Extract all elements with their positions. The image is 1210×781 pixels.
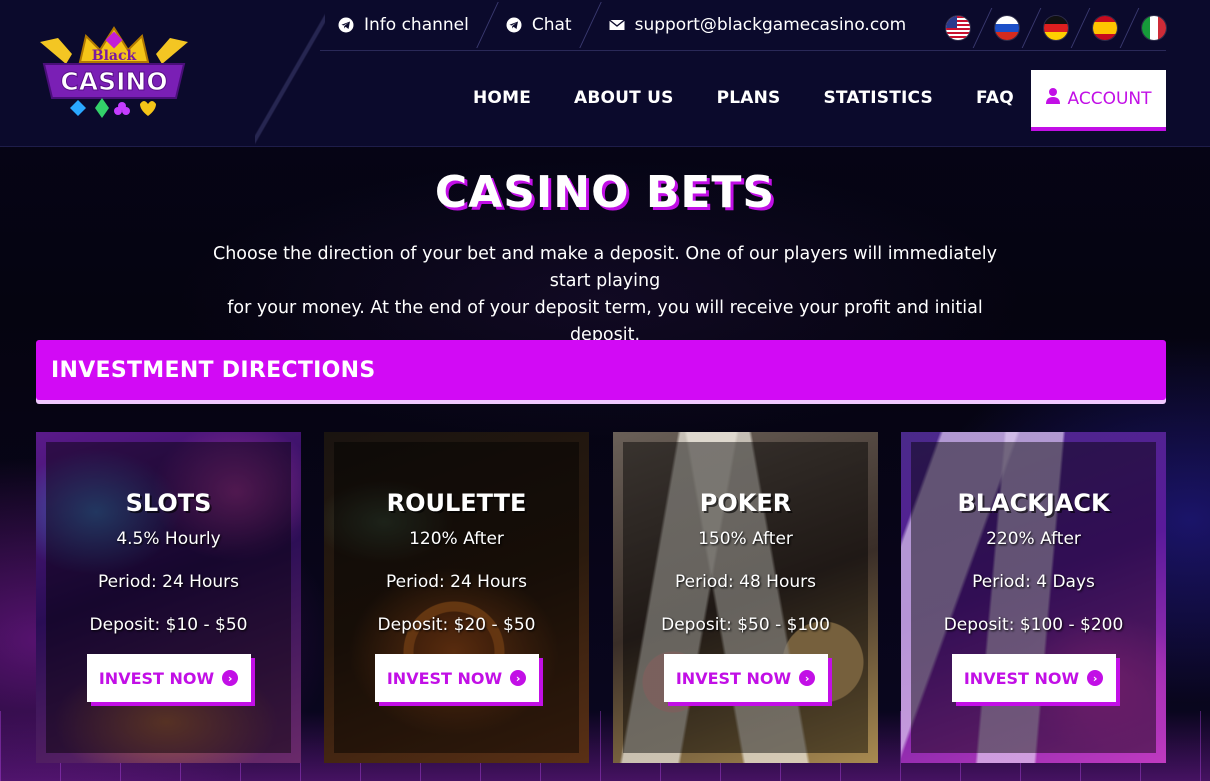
invest-now-label: INVEST NOW bbox=[675, 668, 792, 688]
topbar-separator bbox=[476, 2, 499, 48]
header-topbar: Info channel Chat support@blackgamecasin… bbox=[320, 0, 1166, 51]
language-switcher bbox=[946, 8, 1166, 48]
nav-about-us[interactable]: ABOUT US bbox=[574, 88, 674, 108]
nav-statistics[interactable]: STATISTICS bbox=[823, 88, 932, 108]
svg-text:Black: Black bbox=[92, 48, 137, 64]
plan-card-slots: SLOTS 4.5% Hourly Period: 24 Hours Depos… bbox=[36, 432, 301, 763]
arrow-right-circle-icon: › bbox=[1087, 670, 1104, 686]
info-channel-link[interactable]: Info channel bbox=[338, 4, 469, 46]
account-label: ACCOUNT bbox=[1067, 88, 1152, 109]
invest-now-label: INVEST NOW bbox=[386, 668, 503, 688]
plan-card-roulette: ROULETTE 120% After Period: 24 Hours Dep… bbox=[324, 432, 589, 763]
nav-home[interactable]: HOME bbox=[473, 88, 531, 108]
flag-es-icon[interactable] bbox=[1093, 16, 1117, 40]
section-heading-bar: INVESTMENT DIRECTIONS bbox=[36, 340, 1166, 400]
plan-rate: 220% After bbox=[986, 529, 1081, 549]
plan-period: Period: 24 Hours bbox=[98, 572, 239, 592]
arrow-right-circle-icon: › bbox=[510, 670, 527, 686]
plan-deposit: Deposit: $50 - $100 bbox=[661, 615, 830, 635]
flag-us-icon[interactable] bbox=[946, 16, 970, 40]
intro-text: Choose the direction of your bet and mak… bbox=[190, 241, 1020, 349]
support-email: support@blackgamecasino.com bbox=[634, 15, 907, 35]
invest-now-button[interactable]: INVEST NOW › bbox=[663, 654, 828, 702]
flag-ru-icon[interactable] bbox=[995, 16, 1019, 40]
casino-logo[interactable]: Black CASINO bbox=[38, 24, 190, 118]
page-title: CASINO BETS bbox=[434, 167, 776, 218]
nav-plans[interactable]: PLANS bbox=[717, 88, 781, 108]
section-title: INVESTMENT DIRECTIONS bbox=[51, 357, 376, 383]
plan-deposit: Deposit: $10 - $50 bbox=[89, 615, 248, 635]
chat-link[interactable]: Chat bbox=[506, 4, 572, 46]
envelope-icon bbox=[608, 17, 625, 33]
intro-line-1: Choose the direction of your bet and mak… bbox=[213, 244, 997, 291]
plan-card-blackjack: BLACKJACK 220% After Period: 4 Days Depo… bbox=[901, 432, 1166, 763]
svg-text:CASINO: CASINO bbox=[60, 67, 167, 96]
flag-separator bbox=[1119, 8, 1140, 48]
info-channel-label: Info channel bbox=[364, 15, 469, 35]
support-email-link[interactable]: support@blackgamecasino.com bbox=[608, 4, 907, 46]
flag-it-icon[interactable] bbox=[1142, 16, 1166, 40]
user-icon bbox=[1045, 88, 1060, 109]
plan-cards: SLOTS 4.5% Hourly Period: 24 Hours Depos… bbox=[36, 432, 1166, 763]
nav-faq[interactable]: FAQ bbox=[976, 88, 1014, 108]
invest-now-button[interactable]: INVEST NOW › bbox=[951, 654, 1116, 702]
invest-now-button[interactable]: INVEST NOW › bbox=[86, 654, 251, 702]
telegram-icon bbox=[338, 17, 354, 33]
flag-de-icon[interactable] bbox=[1044, 16, 1068, 40]
invest-now-label: INVEST NOW bbox=[98, 668, 215, 688]
topbar-separator bbox=[578, 2, 602, 48]
plan-rate: 4.5% Hourly bbox=[116, 529, 221, 549]
telegram-icon bbox=[506, 17, 522, 33]
plan-name: BLACKJACK bbox=[957, 489, 1110, 517]
main-navigation: HOME ABOUT US PLANS STATISTICS FAQ bbox=[473, 70, 1057, 126]
plan-card-poker: POKER 150% After Period: 48 Hours Deposi… bbox=[613, 432, 878, 763]
plan-name: POKER bbox=[699, 489, 792, 517]
plan-rate: 120% After bbox=[409, 529, 504, 549]
plan-name: SLOTS bbox=[125, 489, 212, 517]
account-button[interactable]: ACCOUNT bbox=[1031, 70, 1166, 127]
invest-now-label: INVEST NOW bbox=[963, 668, 1080, 688]
plan-period: Period: 24 Hours bbox=[386, 572, 527, 592]
flag-separator bbox=[1070, 8, 1091, 48]
plan-name: ROULETTE bbox=[386, 489, 527, 517]
invest-now-button[interactable]: INVEST NOW › bbox=[374, 654, 539, 702]
plan-period: Period: 4 Days bbox=[972, 572, 1095, 592]
header-divider-stripe bbox=[255, 0, 325, 158]
site-header: Black CASINO Info channel Chat support@b… bbox=[0, 0, 1210, 158]
plan-rate: 150% After bbox=[698, 529, 793, 549]
flag-separator bbox=[972, 8, 993, 48]
plan-period: Period: 48 Hours bbox=[675, 572, 816, 592]
arrow-right-circle-icon: › bbox=[222, 670, 239, 686]
flag-separator bbox=[1021, 8, 1042, 48]
plan-deposit: Deposit: $100 - $200 bbox=[943, 615, 1124, 635]
plan-deposit: Deposit: $20 - $50 bbox=[377, 615, 536, 635]
chat-label: Chat bbox=[531, 15, 572, 35]
arrow-right-circle-icon: › bbox=[799, 670, 816, 686]
